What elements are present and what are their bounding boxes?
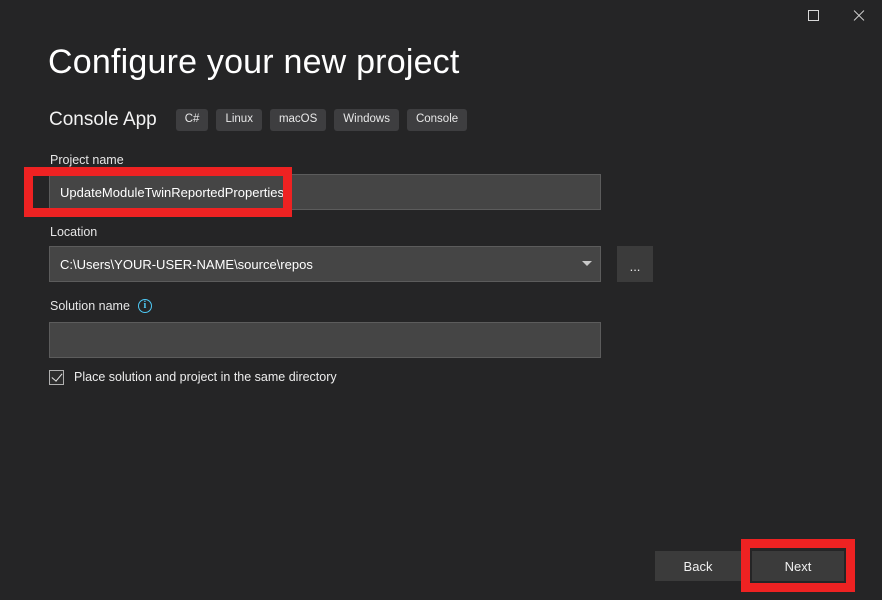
project-name-input[interactable]: [49, 174, 601, 210]
tag-macos: macOS: [270, 109, 326, 131]
solution-name-label: Solution name i: [50, 298, 152, 314]
close-icon: [852, 8, 866, 22]
chevron-down-icon[interactable]: [582, 261, 592, 266]
info-icon[interactable]: i: [138, 299, 152, 313]
back-button[interactable]: Back: [655, 551, 741, 581]
location-label: Location: [50, 224, 97, 240]
solution-name-input[interactable]: [49, 322, 601, 358]
close-button[interactable]: [836, 0, 882, 30]
page-title: Configure your new project: [48, 40, 460, 84]
project-name-label: Project name: [50, 152, 124, 168]
title-bar: [0, 0, 882, 30]
same-directory-checkbox[interactable]: [49, 370, 64, 385]
tag-windows: Windows: [334, 109, 399, 131]
check-icon: [51, 370, 62, 382]
maximize-button[interactable]: [790, 0, 836, 30]
solution-name-label-text: Solution name: [50, 298, 130, 314]
next-button[interactable]: Next: [752, 551, 844, 581]
same-directory-row[interactable]: Place solution and project in the same d…: [49, 369, 337, 385]
tag-console: Console: [407, 109, 467, 131]
tag-language: C#: [176, 109, 209, 131]
same-directory-label: Place solution and project in the same d…: [74, 369, 337, 385]
browse-button[interactable]: ...: [617, 246, 653, 282]
template-name: Console App: [49, 107, 157, 133]
location-input[interactable]: [49, 246, 601, 282]
tag-linux: Linux: [216, 109, 262, 131]
maximize-icon: [808, 10, 819, 21]
template-summary: Console App C# Linux macOS Windows Conso…: [49, 107, 475, 133]
